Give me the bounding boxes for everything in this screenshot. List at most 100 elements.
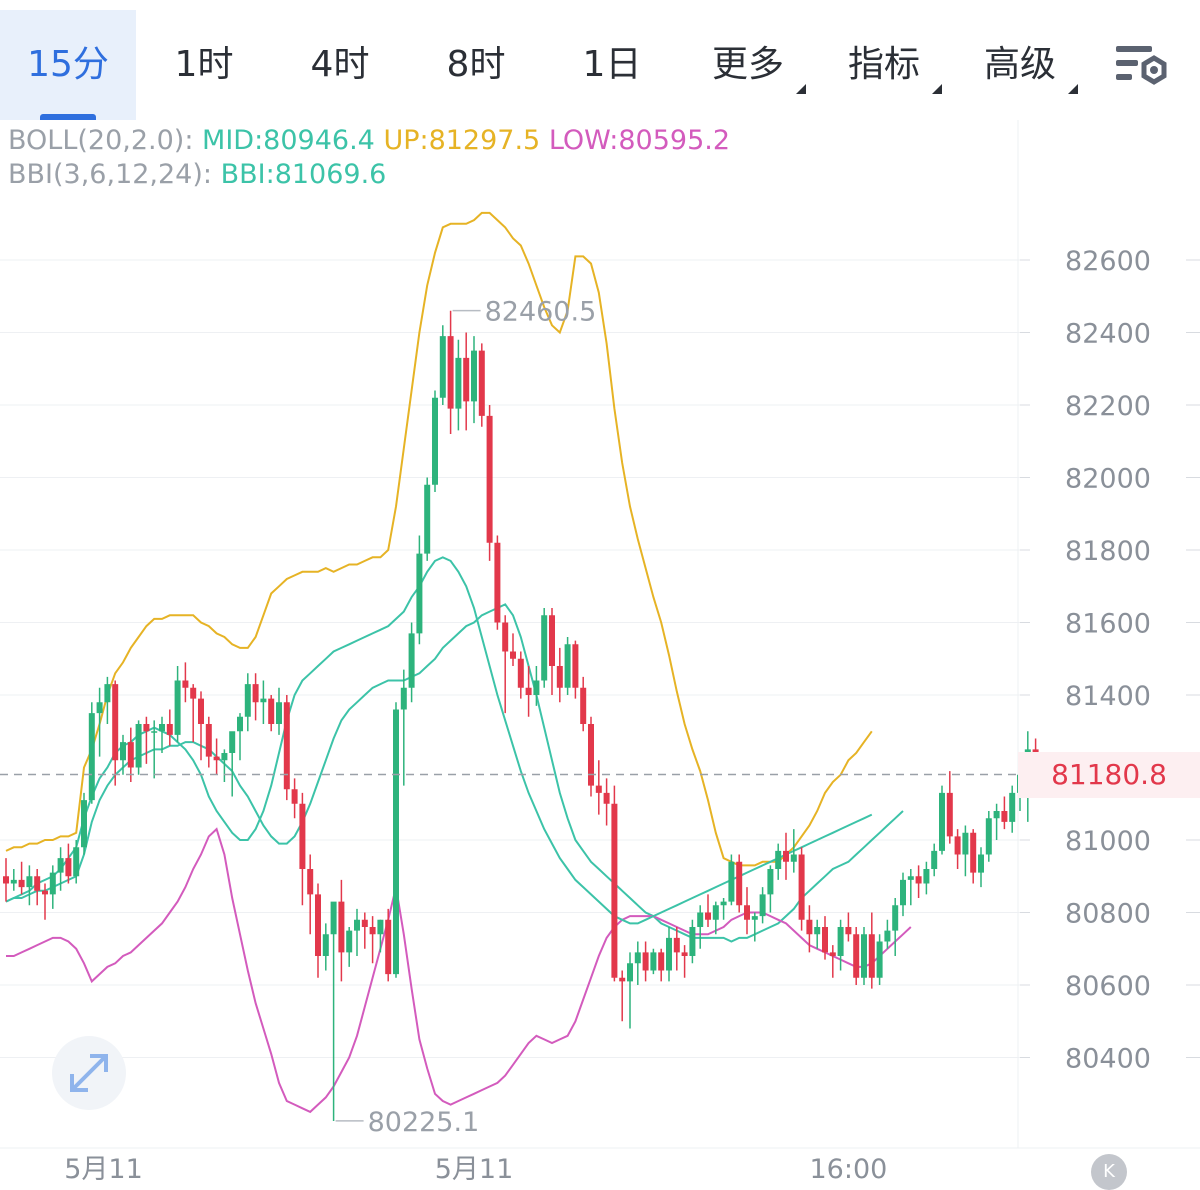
candle: [798, 847, 805, 931]
candle: [455, 339, 462, 431]
candle-body: [564, 644, 571, 688]
candle-body: [759, 894, 766, 917]
candle-body: [205, 724, 212, 757]
candle-body: [42, 890, 48, 895]
candle: [361, 912, 368, 949]
candle: [49, 865, 56, 909]
candle-body: [853, 934, 860, 978]
candle-body: [377, 919, 384, 935]
candle-body: [166, 724, 173, 735]
candle-body: [744, 905, 750, 920]
candle-body: [393, 709, 399, 975]
extreme-value-label: 80225.1: [368, 1107, 480, 1138]
candle-body: [814, 927, 821, 935]
candle-body: [57, 858, 64, 873]
candle: [190, 684, 197, 743]
candle-body: [354, 919, 360, 931]
candle-body: [907, 876, 914, 880]
candle: [884, 919, 891, 949]
candle-body: [1009, 792, 1016, 822]
candle-body: [432, 397, 438, 485]
expand-arrows-icon: [70, 1054, 108, 1092]
candle-body: [549, 615, 555, 666]
candle-body: [221, 753, 228, 761]
candle: [18, 861, 25, 895]
candle-body: [447, 336, 454, 409]
x-tick-label: 5月11: [64, 1154, 143, 1182]
candle-body: [634, 952, 641, 964]
candle: [377, 919, 384, 953]
candle-body: [728, 861, 735, 902]
candle: [900, 872, 906, 917]
candle-body: [120, 742, 126, 761]
candle-body: [502, 622, 509, 652]
candle: [892, 898, 899, 956]
candle: [642, 941, 649, 982]
candle: [26, 865, 33, 906]
candle: [775, 843, 782, 880]
candlestick-chart[interactable]: 82460.5 80225.1 82600 82400 82200 82000 81800…: [0, 0, 1200, 1182]
candle: [96, 687, 103, 757]
candle-body: [533, 680, 540, 695]
candle-body: [806, 919, 813, 935]
candle-body: [471, 350, 477, 402]
candle: [346, 927, 353, 967]
candle-body: [268, 698, 275, 724]
x-tick-label: 16:00: [809, 1154, 887, 1182]
candle-body: [135, 724, 142, 768]
candle: [517, 651, 524, 699]
candle-body: [338, 901, 345, 953]
candle-body: [10, 879, 17, 884]
candle-body: [884, 930, 891, 942]
candle: [939, 785, 945, 855]
candle-body: [915, 876, 922, 884]
y-tick-label: 81000: [1065, 826, 1151, 857]
candle-body: [876, 941, 883, 978]
candle-body: [174, 680, 181, 735]
candle: [1009, 785, 1016, 833]
candle-body: [705, 912, 711, 920]
candle: [494, 535, 501, 630]
candle-body: [96, 702, 103, 714]
candle-body: [603, 792, 610, 804]
candle-body: [478, 350, 485, 416]
candle-body: [642, 952, 649, 971]
candle: [1001, 796, 1008, 830]
candle: [861, 927, 867, 985]
candle: [970, 829, 977, 884]
candle: [845, 912, 852, 942]
candle: [697, 905, 704, 949]
candle: [354, 908, 360, 956]
candle: [424, 477, 431, 561]
candle-body: [65, 858, 72, 877]
candle-body: [572, 644, 579, 688]
candle: [307, 854, 314, 935]
candle-body: [190, 687, 197, 699]
candle-body: [697, 912, 704, 927]
candle-body: [88, 713, 95, 801]
candle-body: [299, 803, 306, 869]
candle: [338, 879, 345, 982]
candle-body: [244, 684, 251, 717]
candle: [744, 887, 750, 935]
candle-body: [517, 658, 524, 688]
candle: [556, 647, 563, 703]
candle: [393, 702, 399, 978]
candle-body: [681, 952, 688, 956]
candle: [182, 662, 189, 703]
candle-body: [237, 716, 243, 732]
candle-body: [291, 789, 298, 804]
candle: [720, 898, 727, 920]
candle-body: [143, 724, 150, 732]
candle: [299, 792, 306, 906]
candle: [564, 637, 571, 695]
candle-body: [182, 680, 189, 688]
candle: [946, 771, 953, 844]
candle: [767, 865, 774, 913]
expand-chart-button[interactable]: [52, 1036, 126, 1110]
y-tick-label: 82000: [1065, 464, 1151, 495]
candle-body: [845, 927, 852, 935]
candle-body: [946, 792, 953, 837]
candle-body: [463, 357, 470, 402]
k-line-button[interactable]: K: [1091, 1154, 1127, 1190]
